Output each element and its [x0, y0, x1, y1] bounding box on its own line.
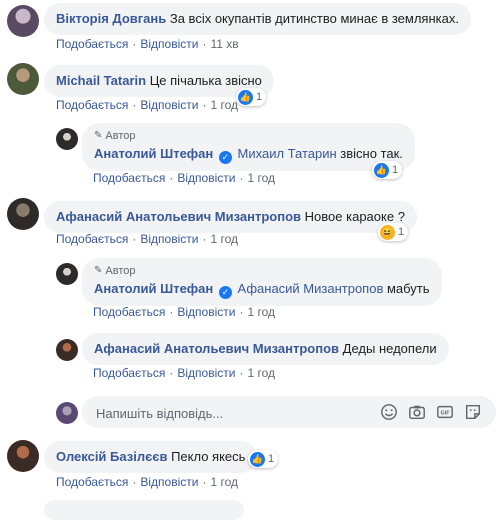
- mention-link[interactable]: Михаил Татарин: [238, 146, 337, 161]
- reply-button[interactable]: Відповісти: [140, 98, 198, 112]
- avatar[interactable]: [7, 5, 39, 37]
- like-button[interactable]: Подобається: [93, 366, 165, 380]
- avatar[interactable]: [7, 440, 39, 472]
- comment-author[interactable]: Анатолий Штефан: [94, 281, 213, 296]
- timestamp[interactable]: 1 год: [247, 171, 275, 185]
- reaction-count[interactable]: 👍 1: [372, 161, 403, 179]
- haha-reaction-icon: 😆: [380, 224, 395, 240]
- like-button[interactable]: Подобається: [56, 475, 128, 489]
- avatar[interactable]: [56, 263, 78, 285]
- comment-bubble: ✎ Автор Анатолий Штефан ✓ Михаил Татарин…: [82, 123, 415, 171]
- comment-text: За всіх окупантів дитинство минає в земл…: [169, 11, 459, 26]
- comment-actions: Подобається · Відповісти · 1 год: [56, 232, 238, 246]
- gif-icon[interactable]: GIF: [436, 403, 454, 421]
- reaction-count[interactable]: 👍 1: [236, 88, 267, 106]
- comment-actions: Подобається · Відповісти · 1 год: [93, 171, 275, 185]
- comment-text: Деды недопели: [342, 341, 437, 356]
- comment-author[interactable]: Анатолий Штефан: [94, 146, 213, 161]
- timestamp[interactable]: 1 год: [210, 475, 238, 489]
- timestamp[interactable]: 1 год: [247, 305, 275, 319]
- sticker-icon[interactable]: [464, 403, 482, 421]
- reply-button[interactable]: Відповісти: [177, 171, 235, 185]
- reply-input[interactable]: [94, 402, 368, 424]
- comment-text: мабуть: [386, 281, 430, 296]
- like-button[interactable]: Подобається: [56, 37, 128, 51]
- comment-actions: Подобається · Відповісти · 1 год: [56, 98, 238, 112]
- comment-author[interactable]: Олексій Базілєєв: [56, 449, 167, 464]
- like-reaction-icon: 👍: [374, 162, 389, 178]
- reply-button[interactable]: Відповісти: [140, 37, 198, 51]
- like-button[interactable]: Подобається: [93, 305, 165, 319]
- like-reaction-icon: 👍: [238, 89, 253, 105]
- reply-button[interactable]: Відповісти: [177, 366, 235, 380]
- current-user-avatar: [56, 402, 78, 424]
- comment-bubble: Вікторія Довгань За всіх окупантів дитин…: [44, 3, 471, 35]
- comment-author[interactable]: Michail Tatarin: [56, 73, 146, 88]
- timestamp[interactable]: 1 год: [210, 232, 238, 246]
- like-button[interactable]: Подобається: [93, 171, 165, 185]
- reaction-count[interactable]: 👍 1: [248, 450, 279, 468]
- like-button[interactable]: Подобається: [56, 232, 128, 246]
- comment-text: Новое караоке ?: [304, 209, 405, 224]
- pen-icon: ✎: [94, 130, 103, 141]
- reaction-count[interactable]: 😆 1: [378, 223, 409, 241]
- comment-author[interactable]: Афанасий Анатольевич Мизантропов: [94, 341, 339, 356]
- comment-text: Пекло якесь: [171, 449, 246, 464]
- like-reaction-icon: 👍: [250, 451, 265, 467]
- comment-bubble-partial: [44, 500, 244, 520]
- verified-check-icon: ✓: [218, 285, 232, 299]
- comment-bubble: Афанасий Анатольевич Мизантропов Новое к…: [44, 201, 417, 233]
- avatar[interactable]: [7, 198, 39, 230]
- comment-actions: Подобається · Відповісти · 1 год: [56, 475, 238, 489]
- emoji-icon[interactable]: [380, 403, 398, 421]
- comment-text: звісно так.: [340, 146, 403, 161]
- mention-link[interactable]: Афанасий Мизантропов: [238, 281, 384, 296]
- comment-actions: Подобається · Відповісти · 1 год: [93, 366, 275, 380]
- like-button[interactable]: Подобається: [56, 98, 128, 112]
- reply-button[interactable]: Відповісти: [140, 475, 198, 489]
- comment-actions: Подобається · Відповісти · 11 хв: [56, 37, 239, 51]
- comment-actions: Подобається · Відповісти · 1 год: [93, 305, 275, 319]
- camera-icon[interactable]: [408, 403, 426, 421]
- comment-text: Це пічалька звісно: [149, 73, 262, 88]
- author-badge: ✎ Автор: [94, 265, 136, 277]
- author-badge: ✎ Автор: [94, 130, 136, 142]
- timestamp[interactable]: 11 хв: [210, 37, 238, 51]
- reply-button[interactable]: Відповісти: [140, 232, 198, 246]
- comment-author[interactable]: Вікторія Довгань: [56, 11, 166, 26]
- verified-check-icon: ✓: [218, 150, 232, 164]
- pen-icon: ✎: [94, 265, 103, 276]
- comment-author[interactable]: Афанасий Анатольевич Мизантропов: [56, 209, 301, 224]
- reply-composer[interactable]: GIF: [82, 396, 496, 428]
- timestamp[interactable]: 1 год: [247, 366, 275, 380]
- avatar[interactable]: [56, 128, 78, 150]
- comment-bubble: Олексій Базілєєв Пекло якесь: [44, 441, 258, 473]
- comment-bubble: ✎ Автор Анатолий Штефан ✓ Афанасий Мизан…: [82, 258, 442, 306]
- avatar[interactable]: [56, 339, 78, 361]
- timestamp[interactable]: 1 год: [210, 98, 238, 112]
- avatar[interactable]: [7, 63, 39, 95]
- comment-bubble: Афанасий Анатольевич Мизантропов Деды не…: [82, 333, 449, 365]
- svg-text:GIF: GIF: [441, 411, 451, 417]
- reply-button[interactable]: Відповісти: [177, 305, 235, 319]
